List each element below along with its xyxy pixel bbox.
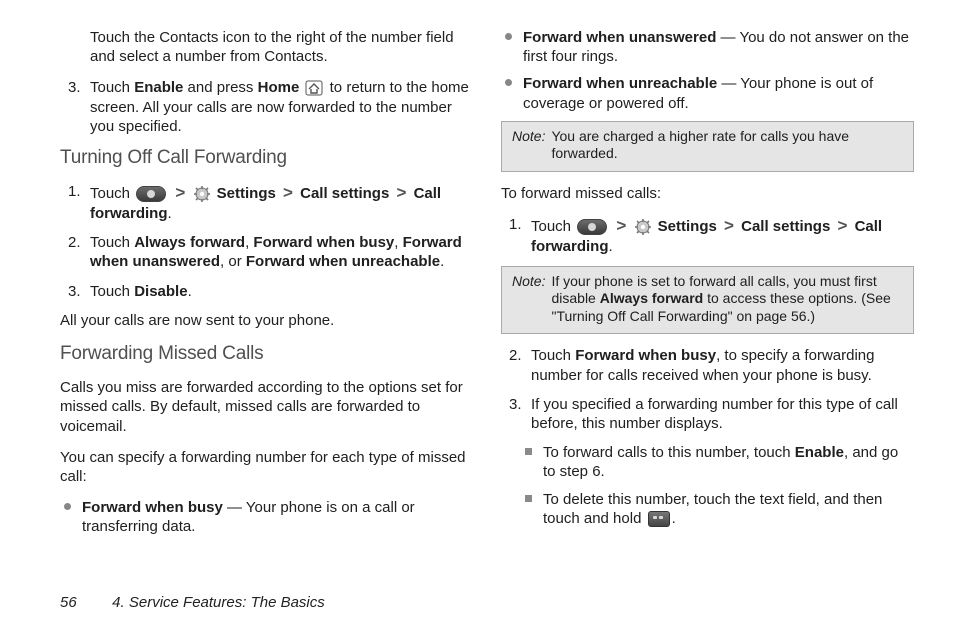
- enable-label: Enable: [134, 79, 183, 96]
- step-3-enable-home: 3. Touch Enable and press Home to return…: [60, 78, 473, 136]
- note-disable-always-forward: Note: If your phone is set to forward al…: [501, 266, 914, 335]
- forward-busy-label: Forward when busy: [575, 347, 716, 364]
- text: and press: [183, 79, 257, 96]
- missed-calls-intro: Calls you miss are forwarded according t…: [60, 378, 473, 436]
- heading-turning-off: Turning Off Call Forwarding: [60, 146, 473, 170]
- off-step-3: 3. Touch Disable.: [60, 282, 473, 301]
- text: Touch: [90, 185, 134, 202]
- text: .: [609, 238, 613, 255]
- heading-forwarding-missed: Forwarding Missed Calls: [60, 342, 473, 366]
- continuation-text: Touch the Contacts icon to the right of …: [60, 28, 473, 66]
- text: Touch: [90, 79, 134, 96]
- text: Touch: [531, 218, 575, 235]
- list-number: 2.: [68, 233, 81, 252]
- text: If you specified a forwarding number for…: [531, 396, 898, 432]
- forward-unreachable-label: Forward when unreachable: [246, 253, 440, 270]
- column-right: Forward when unanswered — You do not ans…: [501, 28, 914, 545]
- settings-label: Settings: [217, 185, 276, 202]
- text: To delete this number, touch the text fi…: [543, 491, 882, 527]
- chevron-right-icon: >: [393, 183, 409, 202]
- bullet-forward-unanswered: Forward when unanswered — You do not ans…: [501, 28, 914, 66]
- home-icon: [305, 80, 323, 96]
- list-number: 1.: [509, 215, 522, 234]
- bullet-icon: [505, 79, 512, 86]
- call-settings-label: Call settings: [300, 185, 389, 202]
- bullet-forward-unreachable: Forward when unreachable — Your phone is…: [501, 74, 914, 112]
- chevron-right-icon: >: [280, 183, 296, 202]
- bullet-forward-busy: Forward when busy — Your phone is on a c…: [60, 498, 473, 536]
- off-step-1: 1. Touch > Settings > Call settings > Ca…: [60, 182, 473, 223]
- list-number: 3.: [509, 395, 522, 414]
- note-text: If your phone is set to forward all call…: [551, 273, 905, 326]
- section-title: 4. Service Features: The Basics: [112, 594, 325, 611]
- text: Touch: [90, 234, 134, 251]
- forward-unreachable-label: Forward when unreachable: [523, 75, 717, 92]
- specify-number-text: You can specify a forwarding number for …: [60, 448, 473, 486]
- all-calls-sent-text: All your calls are now sent to your phon…: [60, 311, 473, 330]
- off-step-2: 2. Touch Always forward, Forward when bu…: [60, 233, 473, 271]
- note-label: Note:: [512, 273, 545, 326]
- text: To forward calls to this number, touch: [543, 444, 795, 461]
- gear-icon: [635, 219, 651, 235]
- apps-icon: [136, 186, 166, 202]
- settings-label: Settings: [658, 218, 717, 235]
- forward-busy-label: Forward when busy: [82, 499, 223, 516]
- keyboard-key-icon: [648, 511, 670, 527]
- forward-unanswered-label: Forward when unanswered: [523, 29, 716, 46]
- note-text: You are charged a higher rate for calls …: [551, 128, 905, 163]
- square-bullet-icon: [525, 495, 532, 502]
- chevron-right-icon: >: [834, 216, 850, 235]
- note-higher-rate: Note: You are charged a higher rate for …: [501, 121, 914, 172]
- missed-step-3: 3. If you specified a forwarding number …: [501, 395, 914, 433]
- text: , or: [220, 253, 246, 270]
- home-label: Home: [258, 79, 300, 96]
- page-number: 56: [60, 593, 108, 612]
- call-settings-label: Call settings: [741, 218, 830, 235]
- text: .: [188, 283, 192, 300]
- to-forward-missed-text: To forward missed calls:: [501, 184, 914, 203]
- note-label: Note:: [512, 128, 545, 163]
- list-number: 1.: [68, 182, 81, 201]
- chevron-right-icon: >: [613, 216, 629, 235]
- text: .: [168, 205, 172, 222]
- list-number: 3.: [68, 78, 81, 97]
- chevron-right-icon: >: [721, 216, 737, 235]
- text: .: [672, 510, 676, 527]
- sub-enable-number: To forward calls to this number, touch E…: [501, 443, 914, 481]
- gear-icon: [194, 186, 210, 202]
- text: .: [440, 253, 444, 270]
- chevron-right-icon: >: [172, 183, 188, 202]
- forward-busy-label: Forward when busy: [253, 234, 394, 251]
- page: Touch the Contacts icon to the right of …: [0, 0, 954, 636]
- two-column-layout: Touch the Contacts icon to the right of …: [60, 28, 914, 545]
- enable-label: Enable: [795, 444, 844, 461]
- bullet-icon: [505, 33, 512, 40]
- always-forward-label: Always forward: [600, 290, 703, 306]
- disable-label: Disable: [134, 283, 187, 300]
- always-forward-label: Always forward: [134, 234, 245, 251]
- missed-step-2: 2. Touch Forward when busy, to specify a…: [501, 346, 914, 384]
- column-left: Touch the Contacts icon to the right of …: [60, 28, 473, 545]
- list-number: 3.: [68, 282, 81, 301]
- text: Touch: [90, 283, 134, 300]
- text: Touch: [531, 347, 575, 364]
- text: ,: [394, 234, 402, 251]
- apps-icon: [577, 219, 607, 235]
- square-bullet-icon: [525, 448, 532, 455]
- bullet-icon: [64, 503, 71, 510]
- sub-delete-number: To delete this number, touch the text fi…: [501, 490, 914, 528]
- list-number: 2.: [509, 346, 522, 365]
- page-footer: 56 4. Service Features: The Basics: [60, 593, 325, 612]
- missed-step-1: 1. Touch > Settings > Call settings > Ca…: [501, 215, 914, 256]
